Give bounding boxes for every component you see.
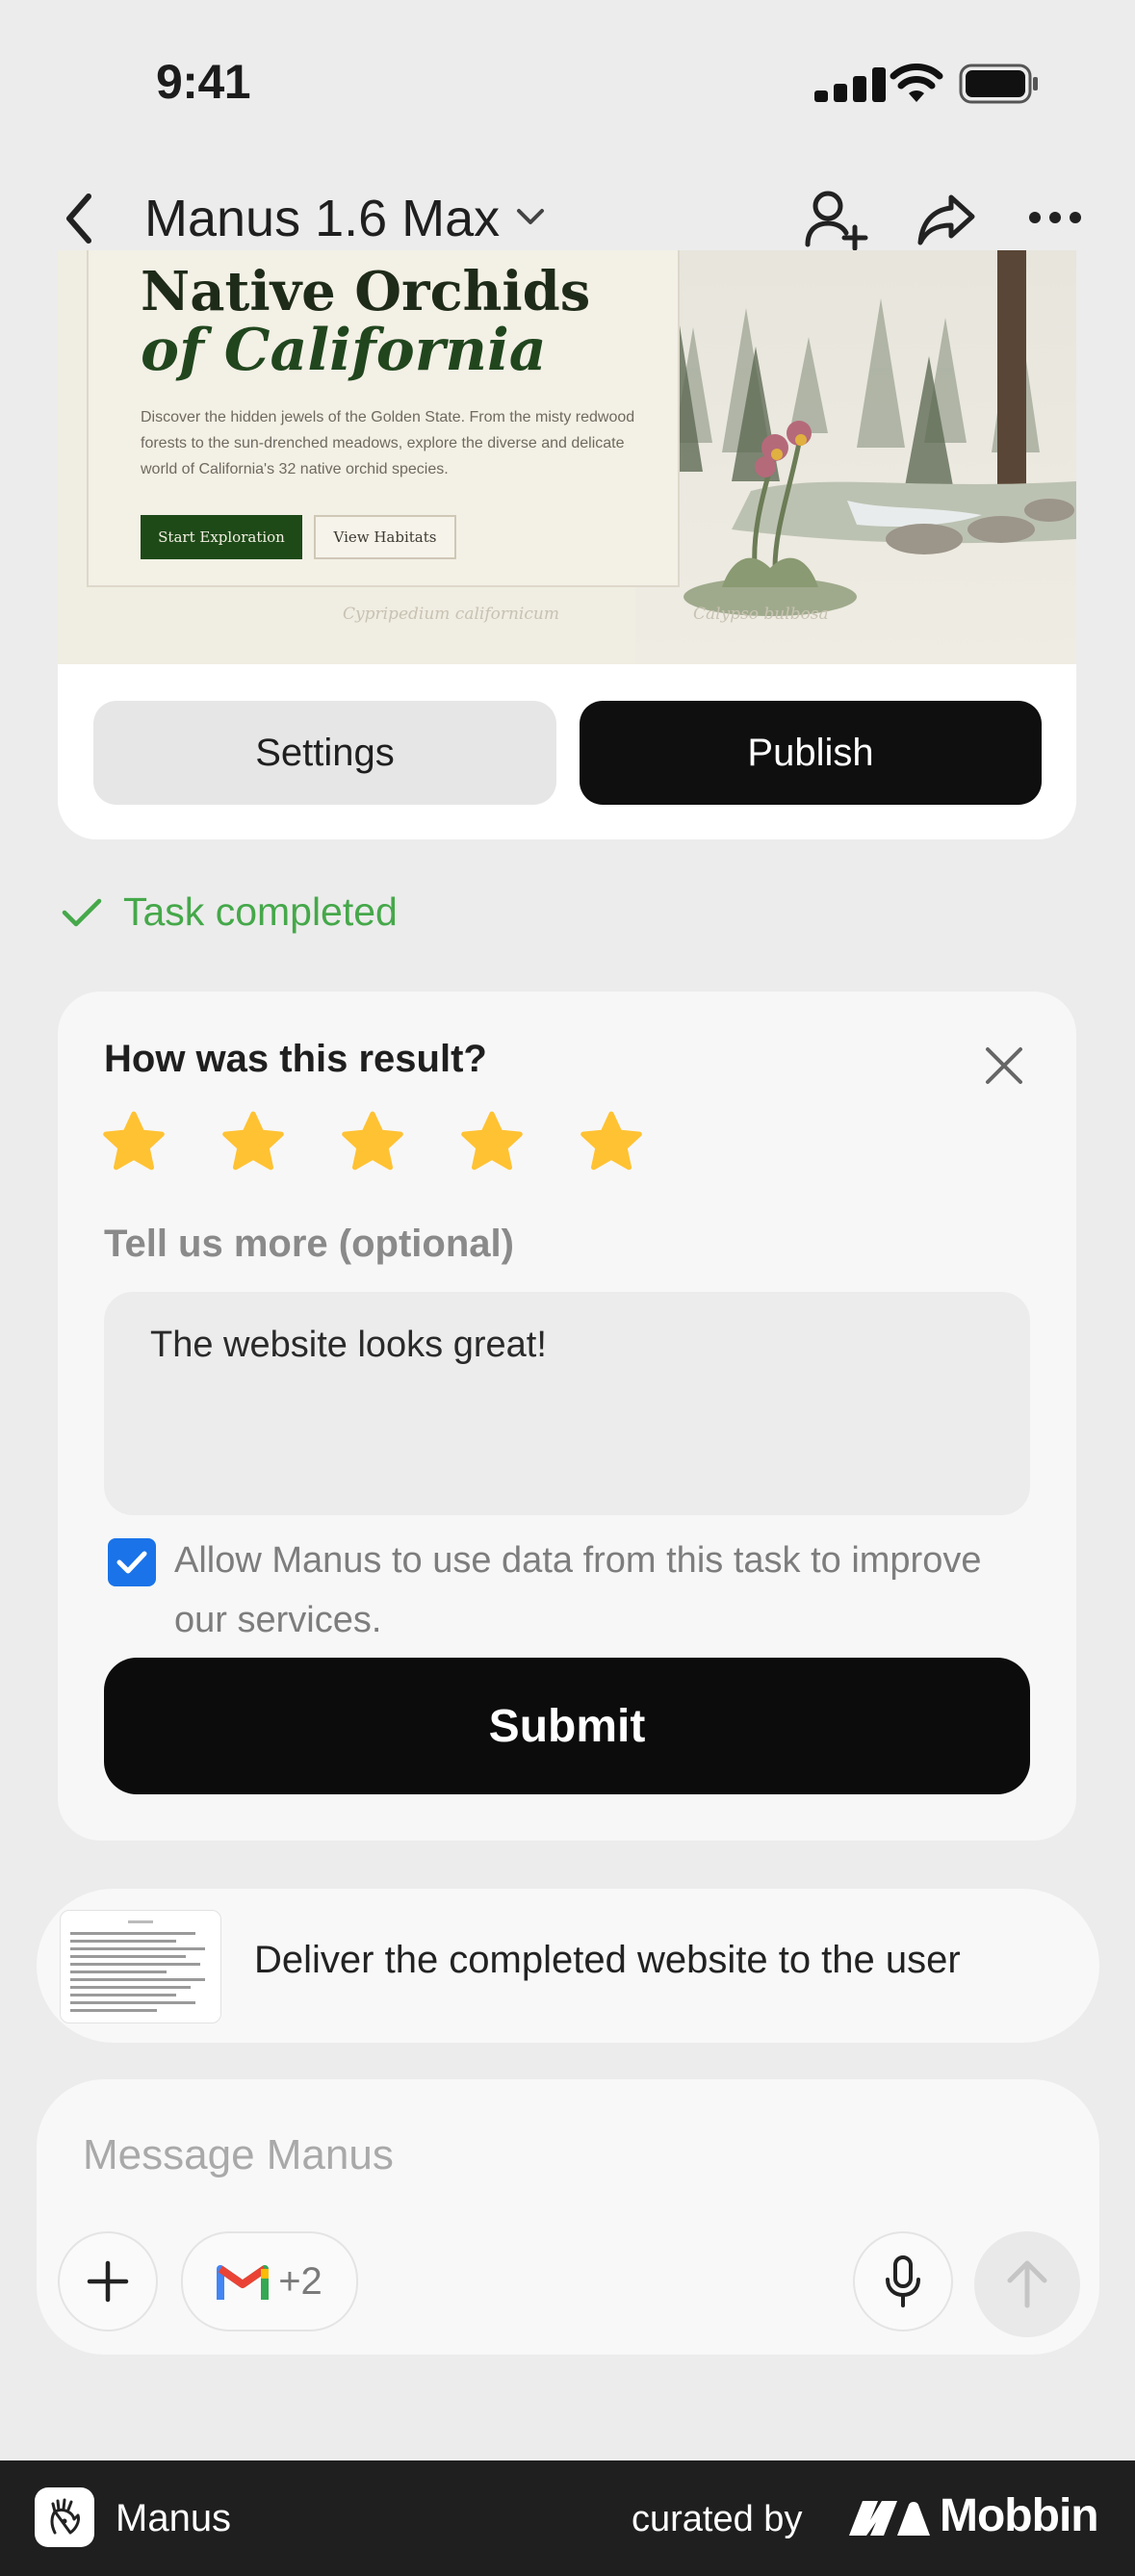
settings-button[interactable]: Settings xyxy=(93,701,556,805)
publish-button[interactable]: Publish xyxy=(580,701,1042,805)
voice-input-button[interactable] xyxy=(853,2231,953,2331)
add-user-icon[interactable] xyxy=(805,189,868,250)
wifi-icon xyxy=(890,64,943,102)
send-button[interactable] xyxy=(974,2231,1080,2337)
consent-checkbox[interactable] xyxy=(108,1538,156,1586)
model-selector[interactable]: Manus 1.6 Max xyxy=(144,189,500,248)
chevron-down-icon[interactable] xyxy=(516,208,545,227)
mobbin-logo: Mobbin xyxy=(849,2489,1099,2542)
hero-paragraph: Discover the hidden jewels of the Golden… xyxy=(141,409,635,477)
task-step-item[interactable]: Deliver the completed website to the use… xyxy=(37,1889,1099,2043)
back-chevron-icon[interactable] xyxy=(60,191,98,246)
task-status: Task completed xyxy=(62,889,398,935)
add-attachment-button[interactable] xyxy=(58,2231,158,2331)
connectors-button[interactable]: +2 xyxy=(181,2231,358,2331)
star-3-icon[interactable] xyxy=(339,1109,406,1176)
document-lines xyxy=(70,1920,205,2012)
manus-hand-icon xyxy=(50,2498,80,2535)
mobbin-mark-icon xyxy=(849,2500,930,2536)
gmail-icon xyxy=(217,2265,270,2300)
feedback-card: How was this result? Tell us more (optio… xyxy=(58,992,1076,1841)
view-habitats-button[interactable]: View Habitats xyxy=(314,515,456,559)
website-preview-card: Native Orchids of California Discover th… xyxy=(58,250,1076,839)
feedback-question: How was this result? xyxy=(104,1038,487,1080)
battery-icon xyxy=(959,64,1038,104)
start-exploration-button[interactable]: Start Exploration xyxy=(141,515,302,559)
star-1-icon[interactable] xyxy=(100,1109,168,1176)
model-title: Manus 1.6 Max xyxy=(144,190,501,247)
connector-count: +2 xyxy=(278,2259,322,2303)
checkbox-check-icon xyxy=(116,1551,147,1574)
status-time: 9:41 xyxy=(156,55,251,109)
message-input[interactable]: Message Manus xyxy=(83,2131,394,2179)
feedback-text: The website looks great! xyxy=(150,1325,547,1365)
hero-title-line-1: Native Orchids xyxy=(141,260,591,323)
manus-logo xyxy=(35,2487,94,2547)
star-4-icon[interactable] xyxy=(458,1109,526,1176)
task-status-label: Task completed xyxy=(123,889,398,934)
plus-icon xyxy=(87,2260,129,2303)
document-thumbnail xyxy=(60,1910,221,2023)
hero-section: Native Orchids of California Discover th… xyxy=(87,250,680,587)
checkmark-icon xyxy=(62,898,102,926)
star-rating[interactable] xyxy=(100,1109,645,1176)
submit-button[interactable]: Submit xyxy=(104,1658,1030,1794)
star-2-icon[interactable] xyxy=(219,1109,287,1176)
task-step-text: Deliver the completed website to the use… xyxy=(254,1939,961,1981)
footer-app-name: Manus xyxy=(116,2497,232,2539)
caption-right: Calypso bulbosa xyxy=(693,605,829,624)
message-composer: Message Manus +2 xyxy=(37,2079,1099,2355)
microphone-icon xyxy=(886,2255,920,2307)
mobbin-wordmark: Mobbin xyxy=(940,2490,1099,2541)
close-icon[interactable] xyxy=(980,1042,1028,1090)
more-options-icon[interactable] xyxy=(1028,208,1082,227)
star-5-icon[interactable] xyxy=(578,1109,645,1176)
curated-by-label: curated by xyxy=(632,2499,803,2539)
caption-left: Cypripedium californicum xyxy=(343,605,559,624)
feedback-textarea[interactable]: The website looks great! xyxy=(104,1292,1030,1515)
tell-us-more-label: Tell us more (optional) xyxy=(104,1223,514,1265)
footer-bar: Manus curated by Mobbin xyxy=(0,2460,1135,2576)
share-icon[interactable] xyxy=(916,193,976,246)
arrow-up-icon xyxy=(1007,2260,1047,2308)
hero-title-line-2: of California xyxy=(141,317,547,384)
consent-label: Allow Manus to use data from this task t… xyxy=(174,1540,982,1640)
website-preview[interactable]: Native Orchids of California Discover th… xyxy=(58,250,1076,664)
